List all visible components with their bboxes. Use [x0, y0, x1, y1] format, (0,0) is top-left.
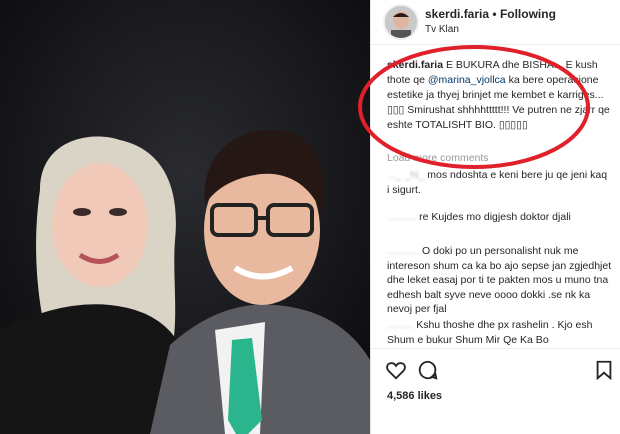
- load-more-comments[interactable]: Load more comments: [387, 152, 489, 164]
- comment-user[interactable]: ..........: [387, 211, 416, 223]
- post-side-panel: skerdi.faria • Following Tv Klan skerdi.…: [370, 0, 620, 434]
- comment-item: .......... re Kujdes mo digjesh doktor d…: [387, 210, 612, 225]
- mention-link[interactable]: @marina_vjollca: [428, 74, 506, 86]
- photo-illustration: [0, 0, 370, 434]
- instagram-post: skerdi.faria • Following Tv Klan skerdi.…: [0, 0, 620, 434]
- comment-item: ..._ _hi_ mos ndoshta e keni bere ju qe …: [387, 168, 612, 197]
- post-caption: skerdi.faria E BUKURA dhe BISHA... E kus…: [387, 58, 612, 133]
- comment-item: ......... Kshu thoshe dhe px rashelin . …: [387, 318, 612, 347]
- post-header: skerdi.faria • Following Tv Klan: [371, 0, 620, 45]
- caption-author[interactable]: skerdi.faria: [387, 59, 443, 71]
- comment-user[interactable]: .........: [387, 319, 413, 331]
- comment-text: Kshu thoshe dhe px rashelin . Kjo esh Sh…: [387, 319, 593, 346]
- avatar[interactable]: [383, 4, 419, 40]
- following-button[interactable]: Following: [500, 7, 556, 21]
- bookmark-icon[interactable]: [593, 359, 615, 381]
- post-photo: [0, 0, 370, 434]
- comment-icon[interactable]: [417, 359, 439, 381]
- heart-icon[interactable]: [385, 359, 407, 381]
- comment-item: ........... O doki po un personalisht nu…: [387, 244, 612, 317]
- comment-text: re Kujdes mo digjesh doktor djali: [419, 211, 571, 223]
- separator-dot: •: [492, 7, 497, 21]
- location-link[interactable]: Tv Klan: [425, 24, 459, 35]
- avatar-image: [385, 6, 417, 38]
- action-bar: [371, 348, 620, 391]
- comment-user[interactable]: ...........: [387, 245, 419, 257]
- comment-user[interactable]: ..._ _hi_: [387, 169, 424, 181]
- username-link[interactable]: skerdi.faria: [425, 7, 489, 21]
- header-line: skerdi.faria • Following: [425, 7, 556, 21]
- comment-text: O doki po un personalisht nuk me interes…: [387, 245, 612, 315]
- likes-count[interactable]: 4,586 likes: [387, 390, 442, 402]
